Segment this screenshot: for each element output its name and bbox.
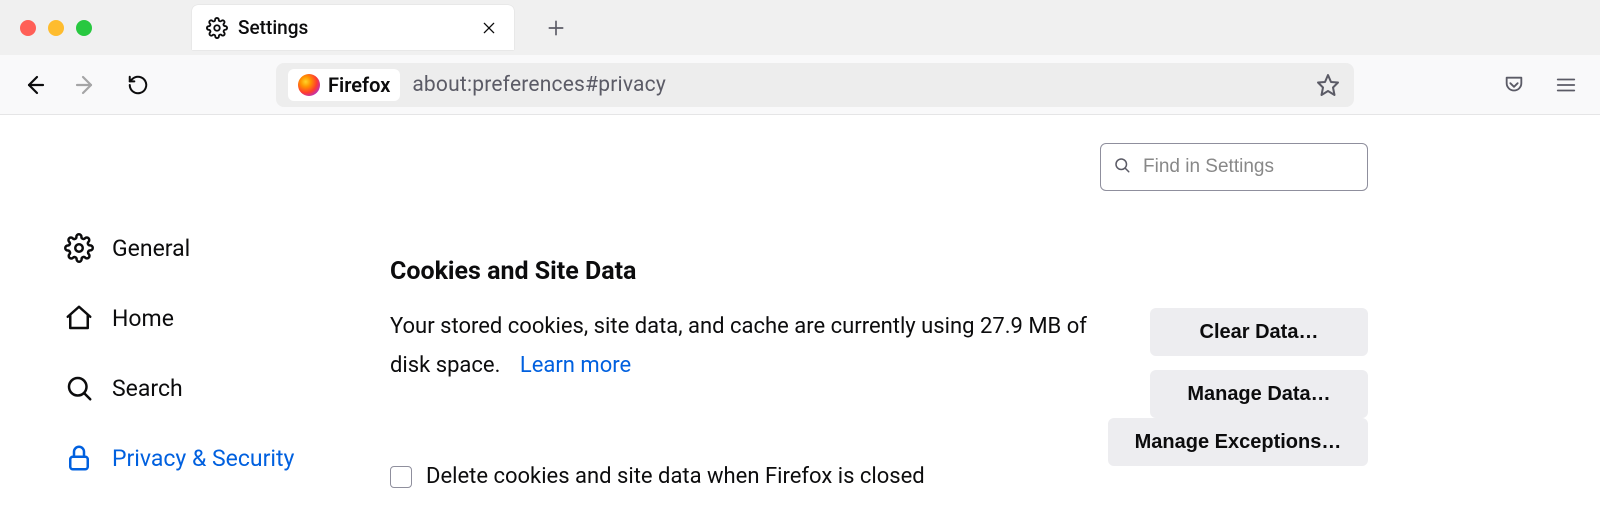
browser-tab-settings[interactable]: Settings <box>192 5 514 50</box>
sidebar-item-label: Home <box>112 305 174 332</box>
new-tab-button[interactable] <box>542 14 570 42</box>
identity-label: Firefox <box>328 73 390 97</box>
tab-title: Settings <box>238 16 468 39</box>
sidebar-item-general[interactable]: General <box>64 233 294 263</box>
cookies-section: Cookies and Site Data Your stored cookie… <box>390 257 1368 489</box>
tab-strip: Settings <box>0 0 1600 55</box>
tab-close-button[interactable] <box>478 17 500 39</box>
forward-button[interactable] <box>72 71 100 99</box>
settings-sidebar: General Home Search Privacy & Security <box>64 233 294 473</box>
sidebar-item-home[interactable]: Home <box>64 303 294 333</box>
bookmark-star-button[interactable] <box>1314 73 1342 97</box>
window-close-button[interactable] <box>20 20 36 36</box>
url-bar[interactable]: Firefox about:preferences#privacy <box>276 63 1354 107</box>
manage-data-button[interactable]: Manage Data… <box>1150 370 1368 418</box>
desc-prefix: Your stored cookies, site data, and cach… <box>390 314 980 339</box>
window-zoom-button[interactable] <box>76 20 92 36</box>
settings-search-box[interactable] <box>1100 143 1368 191</box>
url-text: about:preferences#privacy <box>412 73 666 97</box>
window-minimize-button[interactable] <box>48 20 64 36</box>
clear-data-button[interactable]: Clear Data… <box>1150 308 1368 356</box>
settings-search-input[interactable] <box>1141 155 1355 179</box>
navigation-toolbar: Firefox about:preferences#privacy <box>0 55 1600 115</box>
back-button[interactable] <box>20 71 48 99</box>
section-title: Cookies and Site Data <box>390 257 1368 286</box>
sidebar-item-label: Privacy & Security <box>112 445 294 472</box>
sidebar-item-label: General <box>112 235 190 262</box>
sidebar-item-label: Search <box>112 375 183 402</box>
storage-description: Your stored cookies, site data, and cach… <box>390 308 1090 385</box>
app-menu-button[interactable] <box>1552 71 1580 99</box>
gear-icon <box>206 17 228 39</box>
identity-box[interactable]: Firefox <box>288 69 400 101</box>
firefox-icon <box>298 74 320 96</box>
save-to-pocket-button[interactable] <box>1500 71 1528 99</box>
storage-usage-value: 27.9 MB <box>980 314 1061 339</box>
window-controls <box>20 20 92 36</box>
search-icon <box>1113 156 1131 178</box>
delete-on-close-label: Delete cookies and site data when Firefo… <box>426 464 925 489</box>
sidebar-item-privacy[interactable]: Privacy & Security <box>64 443 294 473</box>
reload-button[interactable] <box>124 71 152 99</box>
manage-exceptions-button[interactable]: Manage Exceptions… <box>1108 418 1368 466</box>
delete-on-close-checkbox[interactable] <box>390 466 412 488</box>
sidebar-item-search[interactable]: Search <box>64 373 294 403</box>
learn-more-link[interactable]: Learn more <box>520 353 631 378</box>
preferences-content: General Home Search Privacy & Security C… <box>0 115 1600 523</box>
